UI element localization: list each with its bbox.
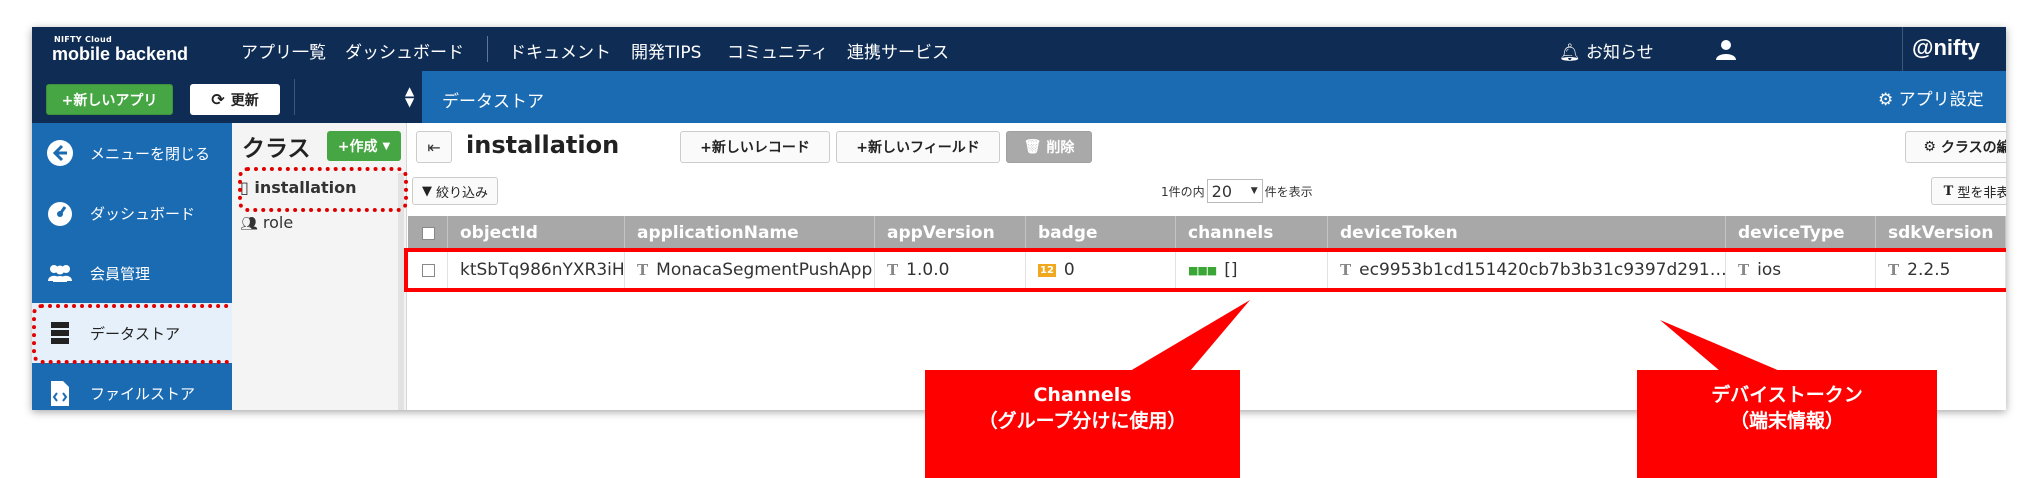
edit-class-label: クラスの編集 [1940, 140, 2006, 156]
nav-divider [487, 36, 488, 62]
updown-caret-icon[interactable]: ▲ ▼ [405, 85, 414, 108]
token-callout: デバイストークン （端末情報） [1637, 370, 1937, 478]
new-app-button[interactable]: +新しいアプリ [46, 84, 173, 115]
app-settings-label: アプリ設定 [1898, 90, 1984, 110]
user-icon[interactable] [1715, 38, 1737, 60]
filter-label: 絞り込み [435, 185, 488, 201]
refresh-button[interactable]: ⟳ 更新 [190, 84, 280, 115]
class-name-title: installation [466, 131, 620, 159]
nav-app-list[interactable]: アプリ一覧 [241, 38, 326, 63]
main-panel: ⇤ installation +新しいレコード +新しいフィールド 🗑︎ 削除 … [404, 123, 2006, 410]
sidebar-item-members[interactable]: 会員管理 [32, 243, 232, 303]
refresh-label: 更新 [230, 92, 259, 109]
funnel-icon: ▼ [421, 183, 432, 199]
class-item-role[interactable]: 👥︎ role [240, 213, 293, 232]
column-header-channels[interactable]: channels [1176, 216, 1328, 250]
gauge-icon [48, 202, 72, 226]
arrow-left-circle-icon [47, 140, 73, 166]
create-class-label: +作成 [337, 139, 378, 155]
type-t-icon: T [1943, 183, 1954, 199]
trash-icon: 🗑︎ [1023, 139, 1042, 155]
edit-class-button[interactable]: ⚙ クラスの編集 [1905, 131, 2006, 163]
users-icon [48, 265, 72, 282]
select-all-checkbox[interactable] [422, 226, 435, 240]
caret-down-icon: ▼ [1250, 186, 1258, 196]
hide-types-label: 型を非表示 [1957, 185, 2006, 201]
nav-documents[interactable]: ドキュメント [509, 38, 611, 63]
class-item-label: role [262, 213, 294, 232]
nifty-brand[interactable]: @nifty [1912, 35, 1980, 61]
token-callout-subtitle: （端末情報） [1729, 410, 1844, 432]
refresh-icon: ⟳ [211, 90, 225, 109]
column-header-devicetoken[interactable]: deviceToken [1328, 216, 1726, 250]
page-size-select[interactable]: 20 ▼ [1206, 179, 1263, 203]
installation-dotted-highlight [238, 167, 408, 212]
nav-dev-tips[interactable]: 開発TIPS [631, 38, 701, 63]
class-panel-title: クラス [242, 136, 311, 162]
users-icon: 👥︎ [240, 216, 258, 232]
page-size-value: 20 [1211, 181, 1232, 201]
sidebar-item-label: 会員管理 [90, 265, 151, 283]
column-header-sdkversion[interactable]: sdkVersion [1876, 216, 2006, 250]
column-header-appversion[interactable]: appVersion [875, 216, 1026, 250]
sidebar-item-label: メニューを閉じる [90, 145, 211, 163]
sidebar-item-filestore[interactable]: ファイルストア [32, 363, 232, 410]
new-record-button[interactable]: +新しいレコード [680, 131, 830, 163]
nav-services[interactable]: 連携サービス [847, 38, 949, 63]
app-settings-link[interactable]: ⚙ アプリ設定 [1878, 85, 1984, 110]
sub-toolbar: +新しいアプリ ⟳ 更新 ▲ ▼ データストア ⚙ アプリ設定 [32, 71, 2006, 123]
screenshot-frame: NIFTY Cloud mobile backend アプリ一覧 ダッシュボード… [32, 27, 2006, 410]
channels-callout-subtitle: （グループ分けに使用） [978, 410, 1187, 432]
notifications-label: お知らせ [1586, 43, 1654, 63]
row-red-highlight [404, 248, 2006, 292]
paging-control: 1件の内 20 ▼ 件を表示 [1161, 179, 1313, 203]
nav-community[interactable]: コミュニティ [727, 38, 828, 63]
top-navigation: NIFTY Cloud mobile backend アプリ一覧 ダッシュボード… [32, 27, 2006, 71]
column-header-devicetype[interactable]: deviceType [1726, 216, 1876, 250]
gears-icon: ⚙ [1878, 90, 1894, 110]
notifications-link[interactable]: 🔔︎ お知らせ [1559, 38, 1654, 63]
nav-dashboard[interactable]: ダッシュボード [345, 38, 464, 63]
caret-down-icon: ▼ [382, 140, 391, 152]
new-field-button[interactable]: +新しいフィールド [836, 131, 1000, 163]
token-callout-title: デバイストークン [1711, 384, 1863, 406]
hide-types-button[interactable]: T 型を非表示 [1931, 177, 2006, 205]
delete-label: 削除 [1046, 140, 1075, 156]
sidebar: メニューを閉じる ダッシュボード 会員管理 データストア ファイルストア [32, 123, 232, 410]
delete-button[interactable]: 🗑︎ 削除 [1006, 131, 1092, 163]
create-class-button[interactable]: +作成 ▼ [327, 131, 401, 161]
gear-icon: ⚙ [1923, 139, 1936, 155]
sidebar-item-label: ファイルストア [90, 385, 196, 403]
table-header: objectId applicationName appVersion badg… [408, 216, 2006, 250]
channels-callout-title: Channels [1033, 384, 1132, 406]
section-title: データストア [442, 92, 544, 112]
select-all-cell[interactable] [408, 216, 448, 250]
paging-prefix: 1件の内 [1161, 184, 1205, 199]
column-header-objectid[interactable]: objectId [448, 216, 625, 250]
collapse-class-panel-button[interactable]: ⇤ [416, 131, 452, 163]
channels-callout: Channels （グループ分けに使用） [925, 370, 1240, 478]
sidebar-item-label: ダッシュボード [90, 205, 196, 223]
logo-caption: NIFTY Cloud [54, 35, 113, 44]
column-header-applicationname[interactable]: applicationName [625, 216, 875, 250]
app-logo[interactable]: mobile backend [52, 44, 188, 65]
collapse-left-icon: ⇤ [427, 137, 441, 157]
datastore-dotted-highlight [32, 304, 244, 364]
file-code-icon [51, 381, 69, 406]
brand-divider [1902, 27, 1903, 71]
sidebar-item-dashboard[interactable]: ダッシュボード [32, 183, 232, 243]
filter-button[interactable]: ▼ 絞り込み [412, 177, 498, 205]
bell-icon: 🔔︎ [1559, 43, 1581, 63]
sidebar-item-close-menu[interactable]: メニューを閉じる [32, 123, 232, 183]
paging-suffix: 件を表示 [1264, 184, 1313, 199]
toolbar-divider [294, 79, 295, 115]
column-header-badge[interactable]: badge [1026, 216, 1176, 250]
